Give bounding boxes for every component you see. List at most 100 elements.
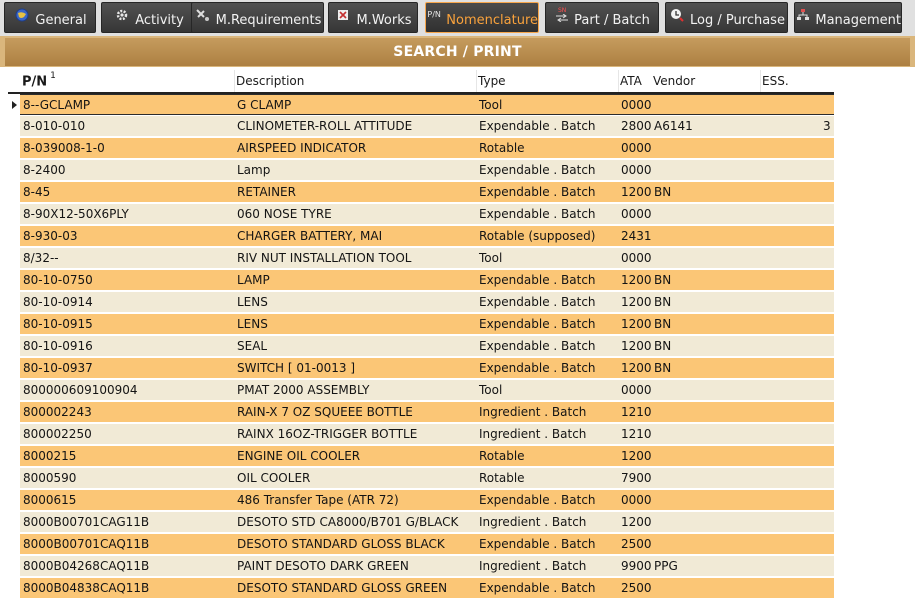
cell-description: RIV NUT INSTALLATION TOOL: [237, 251, 412, 265]
cell-ata: 1200: [621, 361, 652, 375]
column-header-pn[interactable]: P/N 1: [22, 71, 56, 89]
row-cells: 8000B00701CAG11B DESOTO STD CA8000/B701 …: [20, 512, 834, 533]
table-row[interactable]: 8/32-- RIV NUT INSTALLATION TOOL Tool 00…: [8, 248, 834, 270]
row-selector-arrow-icon: [12, 101, 17, 109]
table-row[interactable]: 8000615 486 Transfer Tape (ATR 72) Expen…: [8, 490, 834, 512]
cell-description: RETAINER: [237, 185, 296, 199]
cell-ata: 0000: [621, 98, 652, 112]
cell-description: ENGINE OIL COOLER: [237, 449, 361, 463]
cell-ata: 1200: [621, 295, 652, 309]
column-header-description[interactable]: Description: [236, 74, 304, 88]
table-row[interactable]: 80-10-0915 LENS Expendable . Batch 1200 …: [8, 314, 834, 336]
column-divider[interactable]: [234, 70, 235, 92]
tab-log-purchase[interactable]: Log / Purchase: [665, 2, 788, 33]
cell-type: Expendable . Batch: [479, 339, 596, 353]
pn-icon: P/N: [427, 9, 441, 19]
column-divider[interactable]: [760, 70, 761, 92]
cell-ata: 0000: [621, 207, 652, 221]
column-header-ess[interactable]: ESS.: [762, 74, 789, 88]
table-row[interactable]: 800002243 RAIN-X 7 OZ SQUEEE BOTTLE Ingr…: [8, 402, 834, 424]
table-row[interactable]: 8-45 RETAINER Expendable . Batch 1200 BN: [8, 182, 834, 204]
cell-type: Tool: [479, 383, 503, 397]
cell-type: Expendable . Batch: [479, 493, 596, 507]
cell-vendor: PPG: [654, 559, 678, 573]
cell-type: Ingredient . Batch: [479, 427, 587, 441]
tab-nomenclature[interactable]: P/N Nomenclature: [425, 2, 539, 33]
column-divider[interactable]: [618, 70, 619, 92]
table-row[interactable]: 8-2400 Lamp Expendable . Batch 0000: [8, 160, 834, 182]
cell-ata: 0000: [621, 141, 652, 155]
cell-ata: 1200: [621, 273, 652, 287]
tab-activity[interactable]: Activity: [101, 2, 196, 33]
cell-type: Expendable . Batch: [479, 273, 596, 287]
cell-pn: 8000590: [23, 471, 77, 485]
tab-m-requirements[interactable]: M.Requirements: [191, 2, 324, 33]
table-row[interactable]: 8--GCLAMP G CLAMP Tool 0000: [8, 94, 834, 116]
tab-label: Part / Batch: [574, 12, 650, 28]
cell-description: 060 NOSE TYRE: [237, 207, 332, 221]
table-row[interactable]: 80-10-0937 SWITCH [ 01-0013 ] Expendable…: [8, 358, 834, 380]
cell-ata: 0000: [621, 383, 652, 397]
column-header-vendor[interactable]: Vendor: [653, 74, 695, 88]
table-row[interactable]: 8000B04838CAQ11B DESOTO STANDARD GLOSS G…: [8, 578, 834, 599]
table-row[interactable]: 8000B00701CAQ11B DESOTO STANDARD GLOSS B…: [8, 534, 834, 556]
cell-description: AIRSPEED INDICATOR: [237, 141, 367, 155]
row-cells: 8-45 RETAINER Expendable . Batch 1200 BN: [20, 182, 834, 203]
column-divider[interactable]: [476, 70, 477, 92]
sort-indicator: 1: [50, 71, 56, 81]
table-row[interactable]: 8000B00701CAG11B DESOTO STD CA8000/B701 …: [8, 512, 834, 534]
module-tab-bar: General Activity M.Requirements M.Works …: [0, 0, 915, 36]
cell-vendor: BN: [654, 361, 672, 375]
table-row[interactable]: 80-10-0916 SEAL Expendable . Batch 1200 …: [8, 336, 834, 358]
cell-ata: 0000: [621, 163, 652, 177]
table-row[interactable]: 8-010-010 CLINOMETER-ROLL ATTITUDE Expen…: [8, 116, 834, 138]
cell-pn: 80-10-0915: [23, 317, 93, 331]
cell-ata: 1210: [621, 427, 652, 441]
cell-pn: 8-90X12-50X6PLY: [23, 207, 129, 221]
cell-type: Rotable (supposed): [479, 229, 596, 243]
tab-label: M.Requirements: [215, 12, 322, 28]
tab-label: Log / Purchase: [690, 12, 785, 28]
column-header-ata[interactable]: ATA: [620, 74, 642, 88]
cell-description: PMAT 2000 ASSEMBLY: [237, 383, 370, 397]
cell-pn: 8--GCLAMP: [23, 98, 91, 112]
tab-part-batch[interactable]: SN Part / Batch: [545, 2, 659, 33]
cell-ata: 0000: [621, 493, 652, 507]
cell-ata: 1200: [621, 185, 652, 199]
tab-label: Activity: [135, 12, 184, 28]
cell-pn: 800000609100904: [23, 383, 138, 397]
row-cells: 8000590 OIL COOLER Rotable 7900: [20, 468, 834, 489]
table-row[interactable]: 8000590 OIL COOLER Rotable 7900: [8, 468, 834, 490]
cell-description: G CLAMP: [237, 98, 292, 112]
table-row[interactable]: 800000609100904 PMAT 2000 ASSEMBLY Tool …: [8, 380, 834, 402]
cell-description: DESOTO STANDARD GLOSS GREEN: [237, 581, 448, 595]
table-row[interactable]: 80-10-0914 LENS Expendable . Batch 1200 …: [8, 292, 834, 314]
row-cells: 8000B04268CAQ11B PAINT DESOTO DARK GREEN…: [20, 556, 834, 577]
tools-icon: [194, 8, 212, 22]
cell-type: Expendable . Batch: [479, 295, 596, 309]
tab-label: Management: [815, 12, 901, 28]
table-row[interactable]: 8000B04268CAQ11B PAINT DESOTO DARK GREEN…: [8, 556, 834, 578]
table-row[interactable]: 8-90X12-50X6PLY 060 NOSE TYRE Expendable…: [8, 204, 834, 226]
cell-type: Rotable: [479, 449, 525, 463]
cell-type: Tool: [479, 98, 503, 112]
table-row[interactable]: 8-039008-1-0 AIRSPEED INDICATOR Rotable …: [8, 138, 834, 160]
row-cells: 8000B04838CAQ11B DESOTO STANDARD GLOSS G…: [20, 578, 834, 599]
cell-description: CHARGER BATTERY, MAI: [237, 229, 383, 243]
row-cells: 80-10-0914 LENS Expendable . Batch 1200 …: [20, 292, 834, 313]
table-row[interactable]: 8-930-03 CHARGER BATTERY, MAI Rotable (s…: [8, 226, 834, 248]
cell-type: Tool: [479, 251, 503, 265]
table-row[interactable]: 8000215 ENGINE OIL COOLER Rotable 1200: [8, 446, 834, 468]
tab-management[interactable]: Management: [794, 2, 902, 33]
purchase-icon: [668, 8, 686, 22]
table-row[interactable]: 80-10-0750 LAMP Expendable . Batch 1200 …: [8, 270, 834, 292]
tab-m-works[interactable]: M.Works: [328, 2, 418, 33]
cell-description: DESOTO STANDARD GLOSS BLACK: [237, 537, 445, 551]
column-header-type[interactable]: Type: [478, 74, 506, 88]
cell-pn: 8-45: [23, 185, 51, 199]
cell-vendor: BN: [654, 339, 672, 353]
table-row[interactable]: 800002250 RAINX 16OZ-TRIGGER BOTTLE Ingr…: [8, 424, 834, 446]
cell-description: RAIN-X 7 OZ SQUEEE BOTTLE: [237, 405, 413, 419]
tab-general[interactable]: General: [4, 2, 96, 33]
cell-ata: 0000: [621, 251, 652, 265]
